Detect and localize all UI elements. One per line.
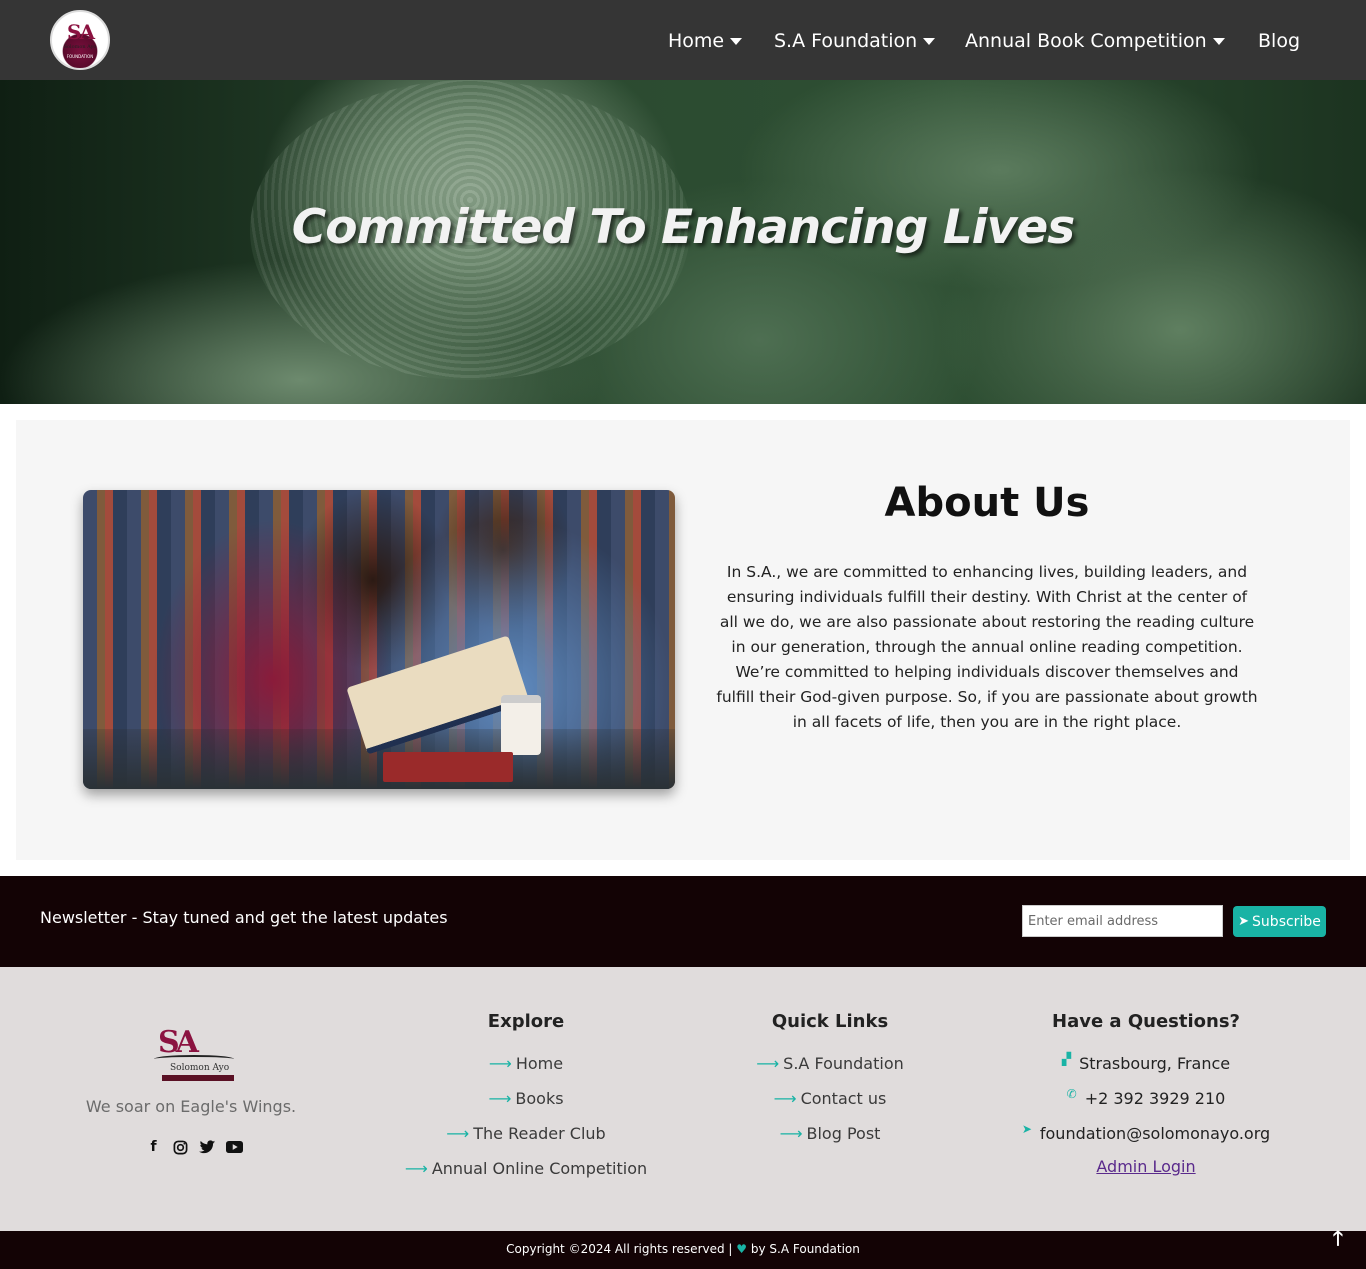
photo-books [383, 752, 513, 782]
quick-link-blog-post[interactable]: ⟶ Blog Post [730, 1124, 930, 1143]
footer-logo: SA Solomon Ayo [150, 1025, 240, 1085]
arrow-right-icon: ⟶ [404, 1159, 428, 1178]
phone-icon: ✆ [1066, 1087, 1077, 1101]
admin-login-link[interactable]: Admin Login [1046, 1157, 1246, 1176]
hero-banner: Committed To Enhancing Lives [0, 80, 1366, 404]
caret-down-icon [1212, 37, 1225, 45]
newsletter-text: Newsletter - Stay tuned and get the late… [40, 908, 448, 927]
explore-link-home[interactable]: ⟶ Home [426, 1054, 626, 1073]
nav-blog-label: Blog [1258, 30, 1300, 52]
caret-down-icon [923, 37, 936, 45]
logo[interactable]: SA Solomon Ayo FOUNDATION [50, 10, 110, 70]
contact-address: ▞ Strasbourg, France [1016, 1052, 1276, 1073]
copyright-bar: Copyright ©2024 All rights reserved | ♥ … [0, 1231, 1366, 1269]
arrow-right-icon: ⟶ [773, 1089, 797, 1108]
explore-link-annual-competition[interactable]: ⟶ Annual Online Competition [396, 1159, 656, 1178]
explore-heading: Explore [487, 1011, 565, 1032]
caret-down-icon [730, 37, 743, 45]
map-icon: ▞ [1061, 1052, 1072, 1066]
nav-home-label: Home [668, 30, 725, 52]
subscribe-button[interactable]: ➤ Subscribe [1233, 906, 1326, 937]
nav-annual-book-competition-label: Annual Book Competition [965, 30, 1207, 52]
arrow-right-icon: ⟶ [446, 1124, 470, 1143]
footer: SA Solomon Ayo We soar on Eagle's Wings.… [0, 967, 1366, 1231]
copyright-suffix: by S.A Foundation [750, 1242, 860, 1256]
quick-links-heading: Quick Links [771, 1011, 889, 1032]
nav-annual-book-competition[interactable]: Annual Book Competition [965, 28, 1225, 54]
nav-home[interactable]: Home [668, 28, 743, 54]
footer-logo-swoosh [154, 1055, 234, 1063]
about-section: About Us In S.A., we are committed to en… [16, 420, 1350, 860]
copyright-text: Copyright ©2024 All rights reserved | ♥ … [0, 1242, 1366, 1256]
hero-title: Committed To Enhancing Lives [291, 200, 1076, 255]
about-image [83, 490, 675, 789]
explore-link-reader-club-label: The Reader Club [473, 1124, 606, 1143]
youtube-icon[interactable] [226, 1139, 243, 1156]
nav-sa-foundation[interactable]: S.A Foundation [774, 28, 936, 54]
about-title: About Us [884, 480, 1090, 526]
quick-link-sa-foundation[interactable]: ⟶ S.A Foundation [730, 1054, 930, 1073]
arrow-right-icon: ⟶ [779, 1124, 803, 1143]
quick-link-contact-label: Contact us [800, 1089, 887, 1108]
logo-subtext: Solomon Ayo [63, 44, 97, 50]
footer-logo-bar [162, 1075, 234, 1081]
photo-cup [501, 695, 541, 755]
nav-sa-foundation-label: S.A Foundation [774, 30, 918, 52]
facebook-icon[interactable]: f [145, 1139, 162, 1156]
contact-phone: ✆ +2 392 3929 210 [1016, 1087, 1276, 1108]
logo-foundation: FOUNDATION [66, 54, 94, 59]
explore-link-books[interactable]: ⟶ Books [426, 1089, 626, 1108]
arrow-right-icon: ⟶ [488, 1054, 512, 1073]
explore-link-reader-club[interactable]: ⟶ The Reader Club [426, 1124, 626, 1143]
quick-link-contact[interactable]: ⟶ Contact us [730, 1089, 930, 1108]
quick-link-sa-foundation-label: S.A Foundation [783, 1054, 904, 1073]
explore-link-annual-competition-label: Annual Online Competition [431, 1159, 648, 1178]
subscribe-label: Subscribe [1252, 913, 1321, 930]
twitter-icon[interactable] [199, 1139, 216, 1156]
navbar: SA Solomon Ayo FOUNDATION Home S.A Found… [0, 0, 1366, 80]
quick-link-blog-post-label: Blog Post [806, 1124, 881, 1143]
nav-blog[interactable]: Blog [1258, 28, 1300, 54]
newsletter-email-input[interactable] [1022, 905, 1223, 937]
footer-tagline: We soar on Eagle's Wings. [85, 1097, 297, 1116]
arrow-right-icon: ⟶ [756, 1054, 780, 1073]
footer-logo-name: Solomon Ayo [170, 1063, 230, 1073]
copyright-prefix: Copyright ©2024 All rights reserved | [506, 1242, 733, 1256]
contact-email[interactable]: ➤ foundation@solomonayo.org [996, 1122, 1296, 1143]
contact-phone-text: +2 392 3929 210 [1084, 1089, 1226, 1108]
arrow-up-icon[interactable]: 🡑 [1326, 1226, 1350, 1253]
explore-link-home-label: Home [515, 1054, 564, 1073]
contact-email-text: foundation@solomonayo.org [1039, 1124, 1271, 1143]
arrow-right-icon: ⟶ [488, 1089, 512, 1108]
explore-link-books-label: Books [515, 1089, 564, 1108]
about-text: In S.A., we are committed to enhancing l… [716, 563, 1258, 731]
instagram-icon[interactable] [172, 1139, 189, 1156]
send-icon: ➤ [1021, 1122, 1032, 1136]
logo-monogram: SA [67, 20, 95, 44]
contact-address-text: Strasbourg, France [1079, 1054, 1231, 1073]
questions-heading: Have a Questions? [1052, 1011, 1240, 1032]
paper-plane-icon: ➤ [1238, 914, 1250, 929]
heart-icon: ♥ [736, 1242, 748, 1256]
social-links: f [145, 1136, 245, 1158]
